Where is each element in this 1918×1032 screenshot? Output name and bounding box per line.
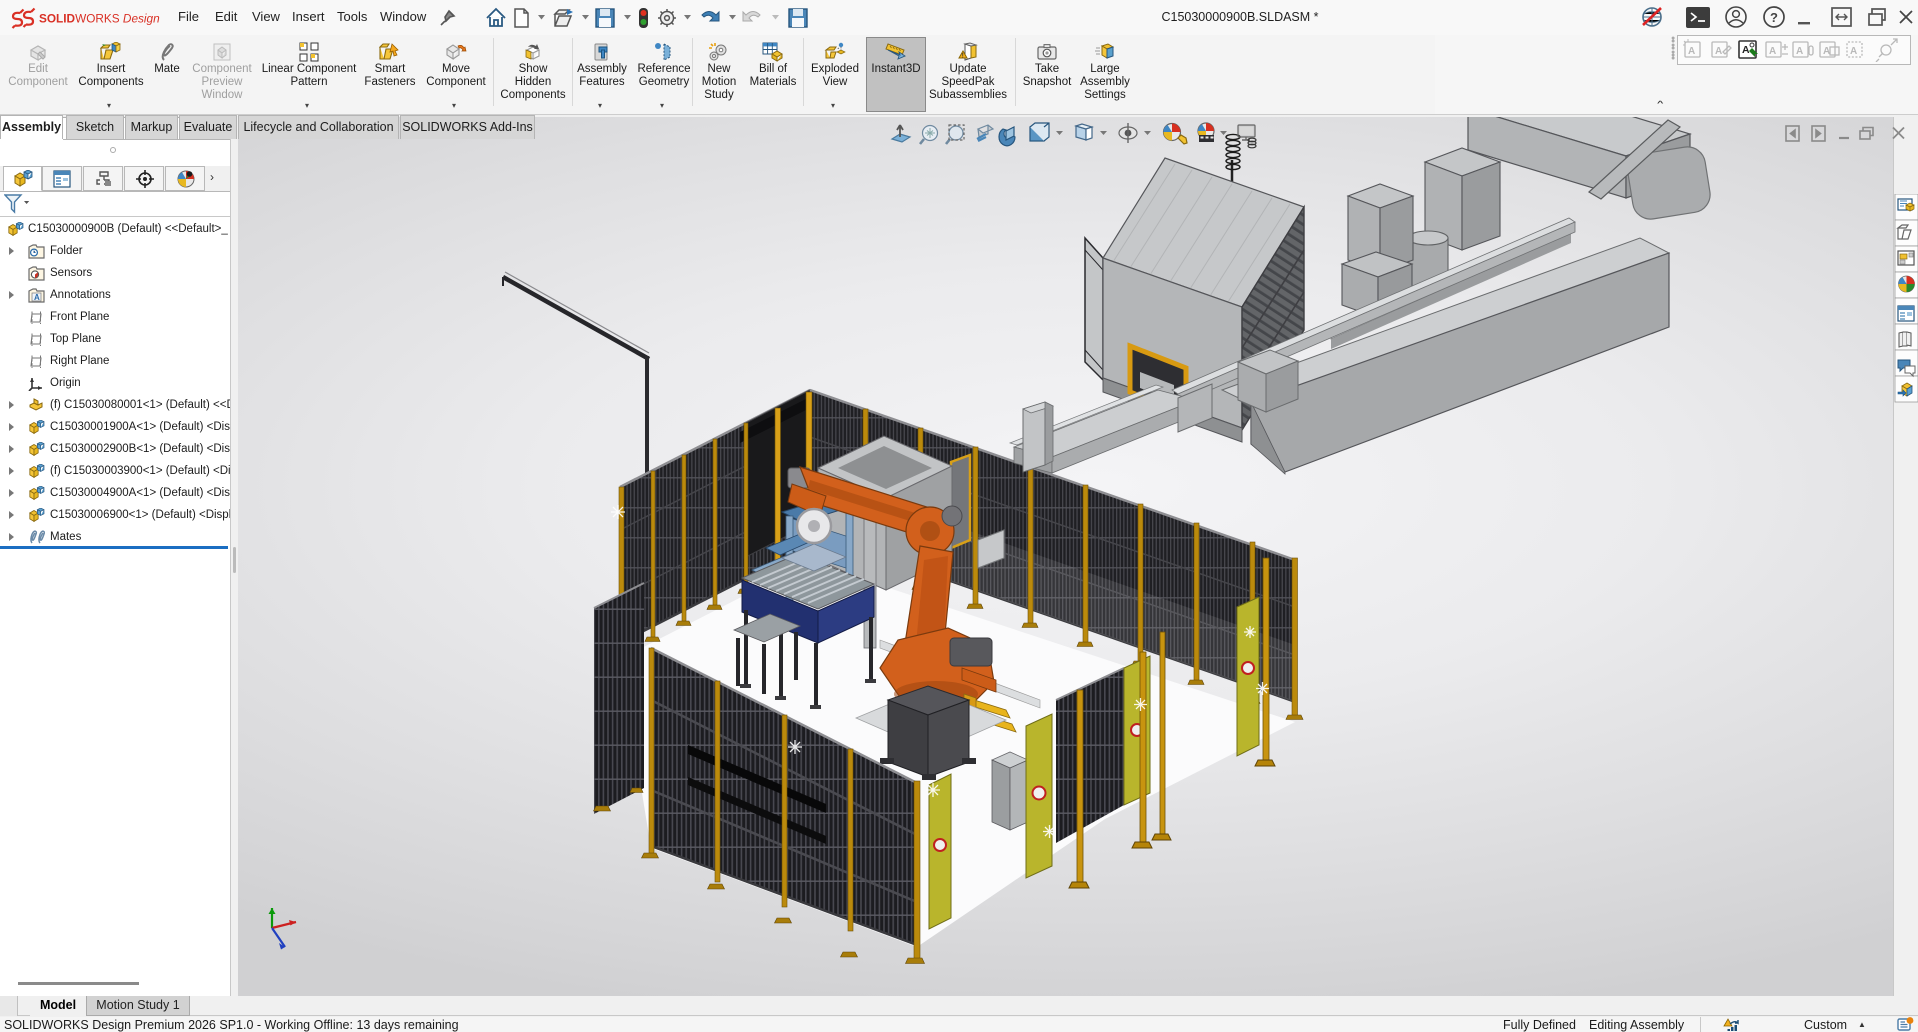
svg-text:SOLIDWORKS Design: SOLIDWORKS Design — [39, 12, 160, 26]
svg-text:A: A — [1742, 44, 1750, 56]
svg-text:A: A — [1715, 46, 1722, 57]
svg-text:?: ? — [1770, 10, 1778, 25]
svg-text:A: A — [1796, 46, 1803, 57]
svg-text:A: A — [1850, 46, 1857, 57]
svg-text:A: A — [34, 293, 40, 302]
svg-text:A: A — [1823, 46, 1830, 57]
svg-text:!: ! — [962, 54, 964, 60]
svg-text:A: A — [1688, 46, 1695, 57]
svg-text:A: A — [1769, 46, 1776, 57]
